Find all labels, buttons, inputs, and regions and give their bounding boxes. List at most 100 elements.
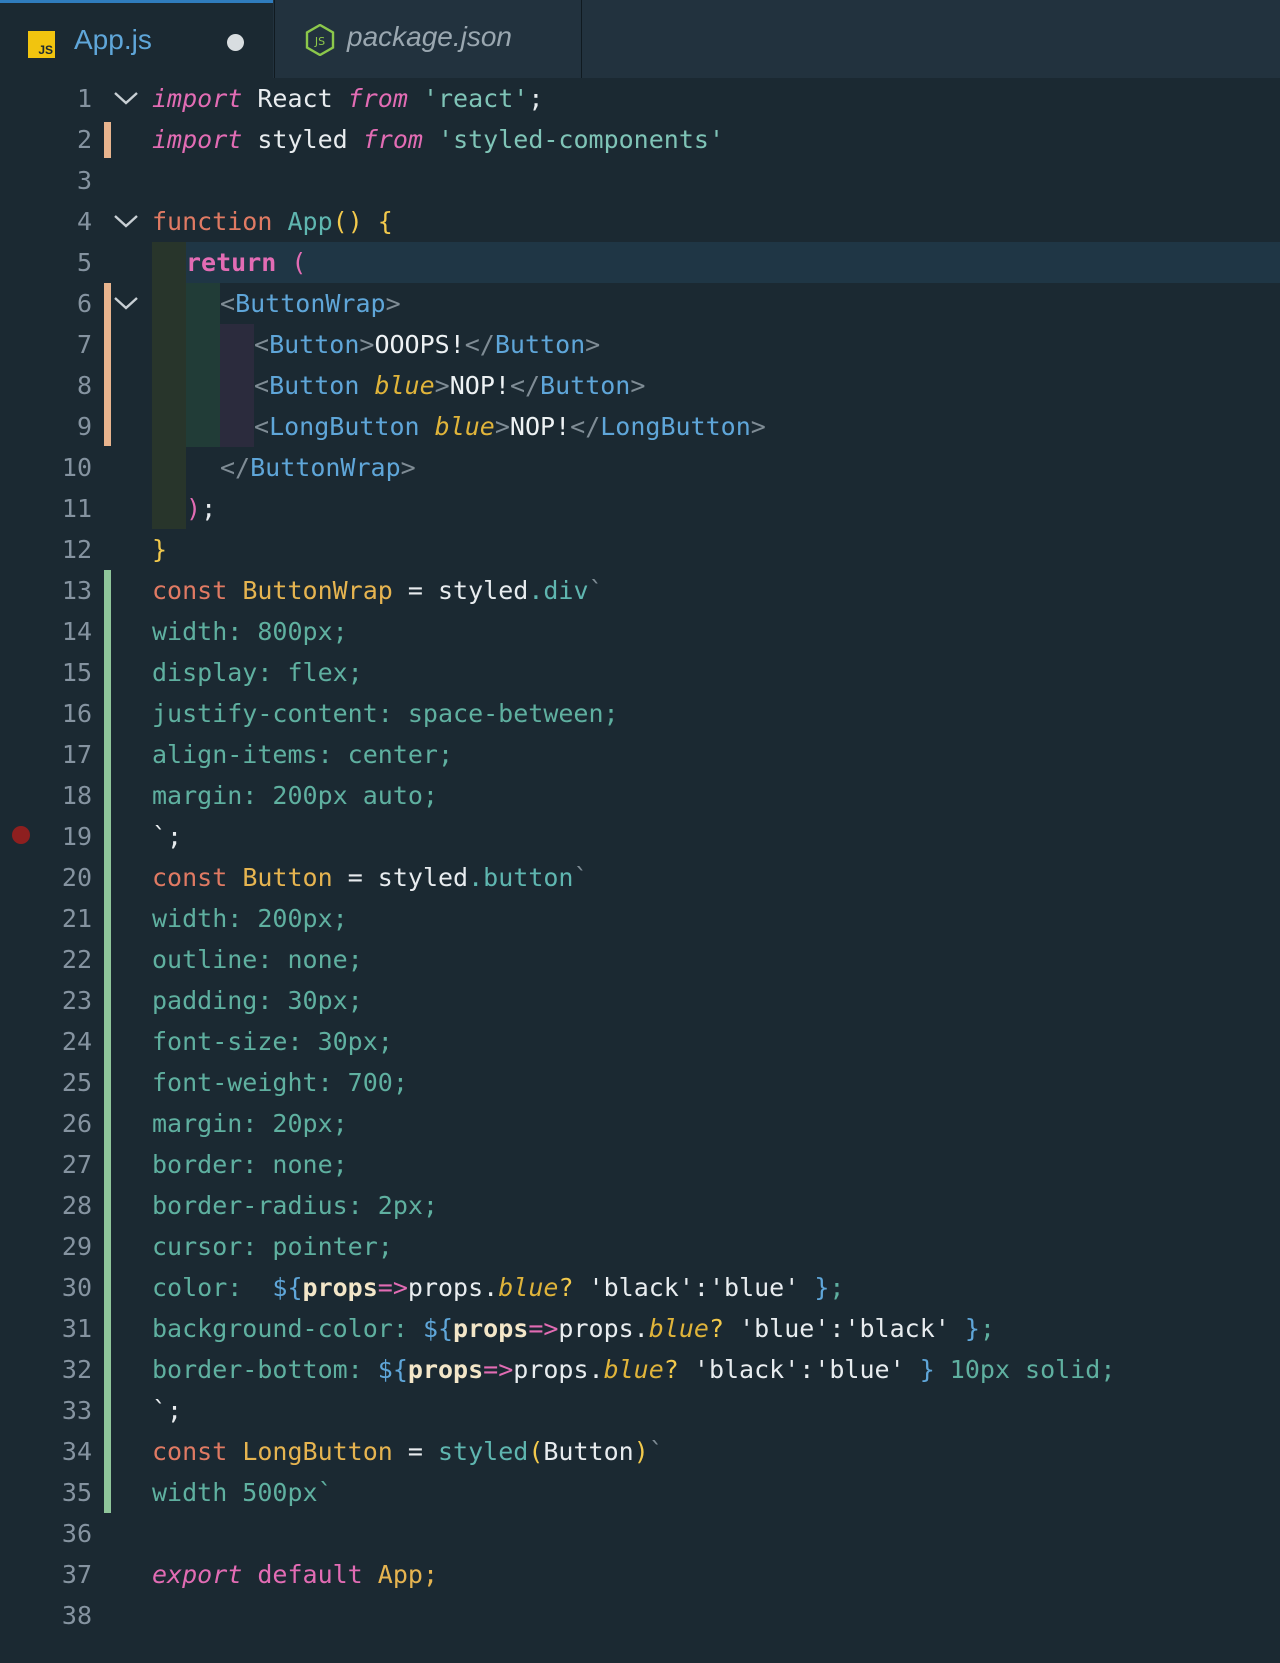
code-text: `; [152, 822, 183, 851]
code-text: </ButtonWrap> [220, 453, 416, 482]
code-text: import React from 'react'; [152, 84, 544, 113]
line-number: 13 [61, 576, 92, 605]
code-text: outline: none; [152, 945, 363, 974]
code-line: 5 return ( [0, 242, 1280, 283]
line-number: 11 [61, 494, 92, 523]
code-text: display: flex; [152, 658, 363, 687]
code-line: 27 border: none; [0, 1144, 1280, 1185]
code-editor[interactable]: 1 import React from 'react'; 2 import st… [0, 78, 1280, 1663]
code-text: justify-content: space-between; [152, 699, 619, 728]
code-line: 31 background-color: ${props=>props.blue… [0, 1308, 1280, 1349]
code-text: export default App; [152, 1560, 438, 1589]
code-line: 14 width: 800px; [0, 611, 1280, 652]
line-number: 30 [61, 1273, 92, 1302]
line-number: 37 [61, 1560, 92, 1589]
line-number: 15 [61, 658, 92, 687]
tab-label: App.js [74, 24, 152, 55]
line-number: 21 [61, 904, 92, 933]
code-line: 17 align-items: center; [0, 734, 1280, 775]
line-number: 14 [61, 617, 92, 646]
line-number: 12 [61, 535, 92, 564]
code-line: 34 const LongButton = styled(Button)` [0, 1431, 1280, 1472]
unsaved-dot-icon[interactable] [227, 34, 244, 51]
code-text: font-weight: 700; [152, 1068, 408, 1097]
code-line: 15 display: flex; [0, 652, 1280, 693]
line-number: 6 [76, 289, 92, 318]
code-line: 1 import React from 'react'; [0, 78, 1280, 119]
code-line: 3 [0, 160, 1280, 201]
code-line: 4 function App() { [0, 201, 1280, 242]
code-text: margin: 20px; [152, 1109, 348, 1138]
code-text: `; [152, 1396, 183, 1425]
code-line: 11 ); [0, 488, 1280, 529]
line-number: 18 [61, 781, 92, 810]
line-number: 32 [61, 1355, 92, 1384]
code-text: return ( [186, 248, 307, 277]
code-text: <Button blue>NOP!</Button> [254, 371, 646, 400]
code-text: border-radius: 2px; [152, 1191, 438, 1220]
tab-package-json[interactable]: JS package.json [274, 0, 582, 78]
line-number: 34 [61, 1437, 92, 1466]
code-line: 29 cursor: pointer; [0, 1226, 1280, 1267]
line-number: 2 [76, 125, 92, 154]
line-number: 4 [76, 207, 92, 236]
code-text: <Button>OOOPS!</Button> [254, 330, 601, 359]
code-line: 22 outline: none; [0, 939, 1280, 980]
line-number: 25 [61, 1068, 92, 1097]
fold-chevron-icon[interactable] [113, 90, 139, 106]
code-text: color: ${props=>props.blue? 'black':'blu… [152, 1273, 845, 1302]
code-text: function App() { [152, 207, 393, 236]
code-text: const Button = styled.button` [152, 863, 589, 892]
code-text: width: 800px; [152, 617, 348, 646]
code-text: width: 200px; [152, 904, 348, 933]
line-number: 20 [61, 863, 92, 892]
code-text: font-size: 30px; [152, 1027, 393, 1056]
nodejs-icon: JS [305, 24, 335, 56]
code-text: border: none; [152, 1150, 348, 1179]
code-text: <LongButton blue>NOP!</LongButton> [254, 412, 766, 441]
code-text: margin: 200px auto; [152, 781, 438, 810]
line-number: 8 [76, 371, 92, 400]
code-line: 28 border-radius: 2px; [0, 1185, 1280, 1226]
tab-bar: JS App.js JS package.json [0, 0, 1280, 78]
code-line: 6 <ButtonWrap> [0, 283, 1280, 324]
code-text: cursor: pointer; [152, 1232, 393, 1261]
code-line: 9 <LongButton blue>NOP!</LongButton> [0, 406, 1280, 447]
fold-chevron-icon[interactable] [113, 295, 139, 311]
tab-label: package.json [347, 21, 513, 52]
line-number: 10 [61, 453, 92, 482]
line-number: 17 [61, 740, 92, 769]
line-number: 9 [76, 412, 92, 441]
tab-app-js[interactable]: JS App.js [0, 0, 273, 78]
code-text: <ButtonWrap> [220, 289, 401, 318]
code-line: 30 color: ${props=>props.blue? 'black':'… [0, 1267, 1280, 1308]
line-number: 26 [61, 1109, 92, 1138]
code-line: 35 width 500px` [0, 1472, 1280, 1513]
fold-chevron-icon[interactable] [113, 213, 139, 229]
code-line: 26 margin: 20px; [0, 1103, 1280, 1144]
line-number: 7 [76, 330, 92, 359]
code-text: width 500px` [152, 1478, 333, 1507]
code-text: ); [186, 494, 217, 523]
line-number: 1 [76, 84, 92, 113]
code-text: } [152, 535, 168, 564]
line-number: 23 [61, 986, 92, 1015]
line-number: 16 [61, 699, 92, 728]
code-line: 32 border-bottom: ${props=>props.blue? '… [0, 1349, 1280, 1390]
line-number: 3 [76, 166, 92, 195]
code-text: const LongButton = styled(Button)` [152, 1437, 664, 1466]
code-text: const ButtonWrap = styled.div` [152, 576, 604, 605]
code-line: 13 const ButtonWrap = styled.div` [0, 570, 1280, 611]
code-line: 33 `; [0, 1390, 1280, 1431]
code-line: 2 import styled from 'styled-components' [0, 119, 1280, 160]
code-line: 24 font-size: 30px; [0, 1021, 1280, 1062]
code-line: 12 } [0, 529, 1280, 570]
line-number: 27 [61, 1150, 92, 1179]
code-line: 18 margin: 200px auto; [0, 775, 1280, 816]
line-number: 19 [61, 822, 92, 851]
code-line: 20 const Button = styled.button` [0, 857, 1280, 898]
line-number: 36 [61, 1519, 92, 1548]
code-line: 36 [0, 1513, 1280, 1554]
code-text: border-bottom: ${props=>props.blue? 'bla… [152, 1355, 1116, 1384]
line-number: 22 [61, 945, 92, 974]
